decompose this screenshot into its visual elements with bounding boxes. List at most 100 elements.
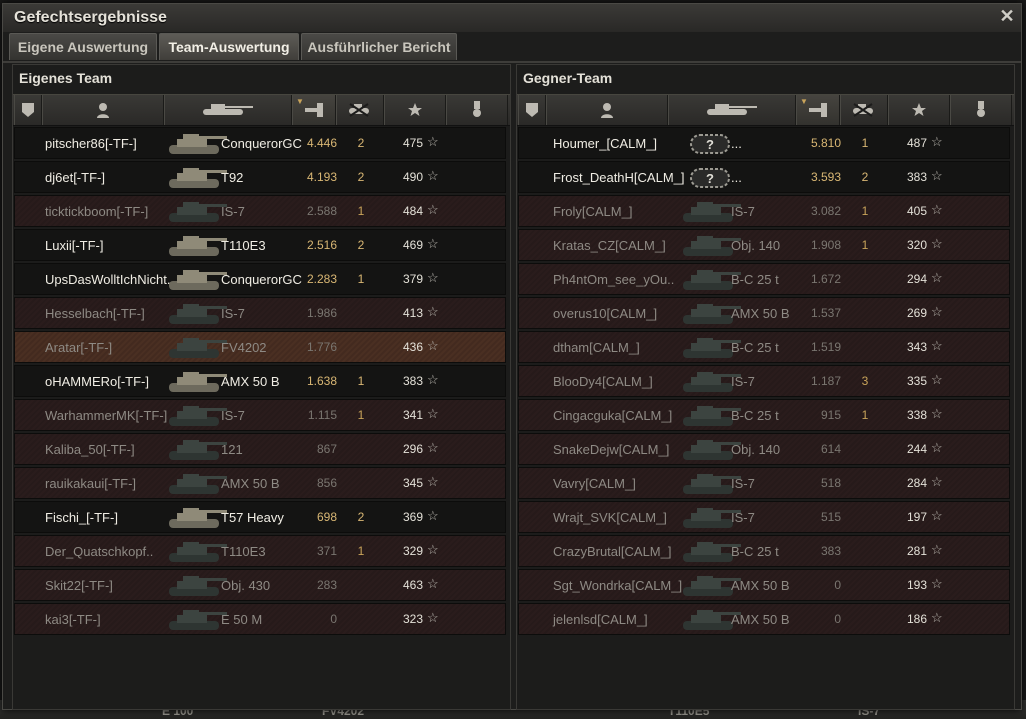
battle-results-window: Gefechtsergebnisse ✕ Eigene Auswertung T… xyxy=(2,3,1022,710)
xp-value: 487 xyxy=(906,136,927,150)
column-tank[interactable] xyxy=(164,95,292,125)
kills-icon xyxy=(346,102,374,118)
player-row[interactable]: Ph4ntOm_see_yOu.. B-C 25 t 1.672 294 ☆ xyxy=(518,263,1010,295)
damage-value: 614 xyxy=(820,442,841,456)
player-row[interactable]: Kratas_CZ[CALM_] Obj. 140 1.908 1 320 ☆ xyxy=(518,229,1010,261)
star-icon: ☆ xyxy=(931,576,943,591)
column-xp-star[interactable] xyxy=(888,95,950,125)
column-damage[interactable]: ▼ xyxy=(292,95,336,125)
damage-icon xyxy=(807,102,829,118)
player-row[interactable]: Vavry[CALM_] IS-7 518 284 ☆ xyxy=(518,467,1010,499)
xp-value: 341 xyxy=(402,408,423,422)
damage-value: 5.810 xyxy=(810,136,841,150)
enemy-team-panel: Gegner-Team ▼ Houmer_[CALM_]?... 5.810 1 48… xyxy=(516,64,1015,710)
column-medal[interactable] xyxy=(446,95,508,125)
own-team-title: Eigenes Team xyxy=(19,70,113,86)
column-medal[interactable] xyxy=(950,95,1012,125)
vehicle-name: AMX 50 B xyxy=(221,374,280,389)
player-row[interactable]: Kaliba_50[-TF-] 121 867 296 ☆ xyxy=(14,433,506,465)
vehicle-name: Obj. 140 xyxy=(731,238,781,253)
column-xp-star[interactable] xyxy=(384,95,446,125)
column-kills[interactable] xyxy=(840,95,888,125)
vehicle-name: Obj. 140 xyxy=(731,442,781,457)
column-squad[interactable] xyxy=(14,95,42,125)
column-player[interactable] xyxy=(546,95,668,125)
player-row[interactable]: Luxii[-TF-] T110E3 2.516 2 469 ☆ xyxy=(14,229,506,261)
player-row[interactable]: jelenlsd[CALM_] AMX 50 B 0 186 ☆ xyxy=(518,603,1010,635)
damage-value: 867 xyxy=(316,442,337,456)
tank-icon xyxy=(165,163,229,191)
player-row[interactable]: BlooDy4[CALM_] IS-7 1.187 3 335 ☆ xyxy=(518,365,1010,397)
player-row[interactable]: Skit22[-TF-] Obj. 430 283 463 ☆ xyxy=(14,569,506,601)
damage-icon xyxy=(303,102,325,118)
player-row[interactable]: Houmer_[CALM_]?... 5.810 1 487 ☆ xyxy=(518,127,1010,159)
xp-value: 383 xyxy=(402,374,423,388)
player-row[interactable]: Fischi_[-TF-] T57 Heavy 698 2 369 ☆ xyxy=(14,501,506,533)
damage-value: 1.115 xyxy=(307,408,337,422)
column-squad[interactable] xyxy=(518,95,546,125)
star-icon: ☆ xyxy=(427,304,439,319)
tab-own-results[interactable]: Eigene Auswertung xyxy=(9,33,157,60)
xp-value: 294 xyxy=(906,272,927,286)
svg-text:?: ? xyxy=(706,137,714,152)
xp-value: 193 xyxy=(906,578,927,592)
player-row[interactable]: oHAMMERo[-TF-] AMX 50 B 1.638 1 383 ☆ xyxy=(14,365,506,397)
tab-team-results[interactable]: Team-Auswertung xyxy=(159,33,299,60)
damage-value: 1.908 xyxy=(810,238,841,252)
xp-value: 383 xyxy=(906,170,927,184)
player-row[interactable]: Wrajt_SVK[CALM_] IS-7 515 197 ☆ xyxy=(518,501,1010,533)
tab-detailed-report[interactable]: Ausführlicher Bericht xyxy=(301,33,457,60)
xp-value: 436 xyxy=(402,340,423,354)
vehicle-name: IS-7 xyxy=(731,510,755,525)
vehicle-name: T110E3 xyxy=(221,238,266,253)
player-name: Luxii[-TF-] xyxy=(45,238,104,253)
xp-value: 463 xyxy=(402,578,423,592)
player-name: Vavry[CALM_] xyxy=(553,476,636,491)
player-row[interactable]: Sgt_Wondrka[CALM_] AMX 50 B 0 193 ☆ xyxy=(518,569,1010,601)
damage-value: 1.537 xyxy=(810,306,841,320)
star-icon: ☆ xyxy=(931,338,943,353)
title-bar: Gefechtsergebnisse ✕ xyxy=(3,4,1021,32)
star-icon: ☆ xyxy=(931,202,943,217)
player-row[interactable]: dj6et[-TF-] T92 4.193 2 490 ☆ xyxy=(14,161,506,193)
close-icon[interactable]: ✕ xyxy=(998,7,1016,25)
player-row[interactable]: Frost_DeathH[CALM_]?... 3.593 2 383 ☆ xyxy=(518,161,1010,193)
player-name: UpsDasWolltIchNicht.. xyxy=(45,272,175,287)
star-icon: ☆ xyxy=(427,168,439,183)
kills-value: 2 xyxy=(357,510,365,524)
medal-icon xyxy=(976,101,986,119)
star-icon: ☆ xyxy=(931,610,943,625)
player-name: Skit22[-TF-] xyxy=(45,578,113,593)
column-kills[interactable] xyxy=(336,95,384,125)
own-team-panel: Eigenes Team ▼ pitscher86[-TF-] Conqueror… xyxy=(12,64,511,710)
player-row[interactable]: overus10[CALM_] AMX 50 B 1.537 269 ☆ xyxy=(518,297,1010,329)
player-row[interactable]: CrazyBrutal[CALM_] B-C 25 t 383 281 ☆ xyxy=(518,535,1010,567)
column-tank[interactable] xyxy=(668,95,796,125)
damage-value: 2.516 xyxy=(306,238,337,252)
tank-icon xyxy=(165,469,229,497)
player-row[interactable]: WarhammerMK[-TF-] IS-7 1.115 1 341 ☆ xyxy=(14,399,506,431)
player-row[interactable]: Der_Quatschkopf.. T110E3 371 1 329 ☆ xyxy=(14,535,506,567)
star-icon: ☆ xyxy=(427,338,439,353)
tank-icon xyxy=(165,129,229,157)
vehicle-name: ... xyxy=(731,136,742,151)
player-row[interactable]: SnakeDejw[CALM_] Obj. 140 614 244 ☆ xyxy=(518,433,1010,465)
player-row[interactable]: Hesselbach[-TF-] IS-7 1.986 413 ☆ xyxy=(14,297,506,329)
star-icon: ☆ xyxy=(427,202,439,217)
xp-value: 320 xyxy=(906,238,927,252)
vehicle-name: T110E3 xyxy=(221,544,266,559)
player-row[interactable]: pitscher86[-TF-] ConquerorGC 4.446 2 475 ☆ xyxy=(14,127,506,159)
column-damage[interactable]: ▼ xyxy=(796,95,840,125)
player-row[interactable]: dtham[CALM_] B-C 25 t 1.519 343 ☆ xyxy=(518,331,1010,363)
player-row[interactable]: Cingacguka[CALM_] B-C 25 t 915 1 338 ☆ xyxy=(518,399,1010,431)
xp-value: 197 xyxy=(906,510,927,524)
player-row[interactable]: ticktickboom[-TF-] IS-7 2.588 1 484 ☆ xyxy=(14,195,506,227)
damage-value: 1.776 xyxy=(306,340,337,354)
player-name: Aratar[-TF-] xyxy=(45,340,113,355)
player-row[interactable]: Froly[CALM_] IS-7 3.082 1 405 ☆ xyxy=(518,195,1010,227)
player-row[interactable]: Aratar[-TF-] FV4202 1.776 436 ☆ xyxy=(14,331,506,363)
player-row[interactable]: rauikakaui[-TF-] AMX 50 B 856 345 ☆ xyxy=(14,467,506,499)
player-row[interactable]: kai3[-TF-] E 50 M 0 323 ☆ xyxy=(14,603,506,635)
column-player[interactable] xyxy=(42,95,164,125)
player-row[interactable]: UpsDasWolltIchNicht.. ConquerorGC 2.283 1 37… xyxy=(14,263,506,295)
